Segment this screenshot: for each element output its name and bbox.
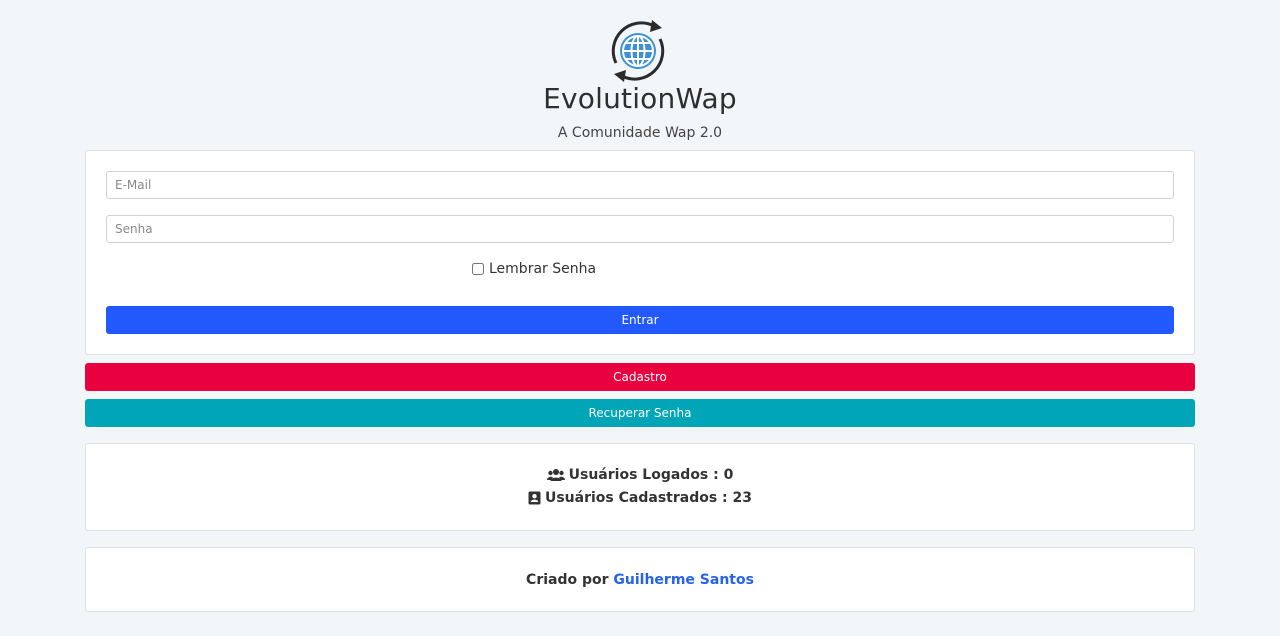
created-by-label: Criado por [526,572,609,588]
author-link[interactable]: Guilherme Santos [613,572,754,588]
remember-password[interactable]: Lembrar Senha [472,261,596,277]
recover-password-button[interactable]: Recuperar Senha [85,399,1195,427]
globe-sync-icon [611,20,665,82]
registered-users-label: Usuários Cadastrados : 23 [544,490,752,506]
password-field[interactable] [106,215,1174,243]
remember-checkbox[interactable] [472,263,484,275]
remember-label: Lembrar Senha [489,261,597,277]
address-book-icon [528,491,541,505]
page: EvolutionWap A Comunidade Wap 2.0 Lembra… [0,0,1280,636]
login-form: Lembrar Senha Entrar [85,150,1195,355]
login-button[interactable]: Entrar [106,306,1174,334]
logged-users-stat: Usuários Logados : 0 [86,467,1194,483]
registered-users-stat: Usuários Cadastrados : 23 [86,490,1194,506]
users-icon [546,469,565,481]
logged-users-label: Usuários Logados : 0 [568,467,734,483]
stats-panel: Usuários Logados : 0 Usuários Cadastrado… [85,443,1195,531]
brand-title: EvolutionWap [543,82,737,115]
register-button[interactable]: Cadastro [85,363,1195,391]
credit-line: Criado por Guilherme Santos [86,572,1194,588]
email-field[interactable] [106,171,1174,199]
tagline: A Comunidade Wap 2.0 [557,125,723,141]
credits-panel: Criado por Guilherme Santos [85,547,1195,612]
